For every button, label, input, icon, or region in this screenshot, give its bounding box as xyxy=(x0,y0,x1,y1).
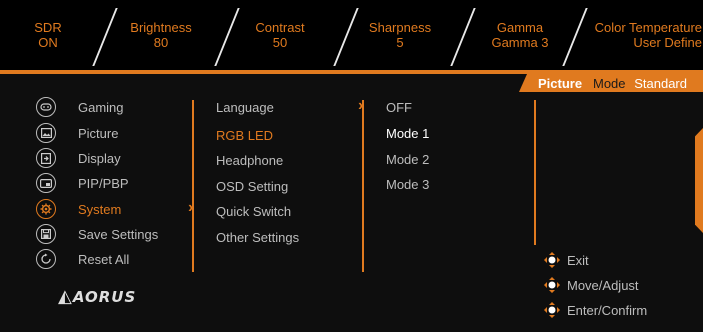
chevron-right-icon: › xyxy=(358,97,364,114)
joystick-icon xyxy=(543,276,561,294)
gear-icon xyxy=(36,199,56,219)
column-divider xyxy=(362,100,364,272)
aorus-logo: ◭AORUS xyxy=(58,286,137,307)
menu-label: PIP/PBP xyxy=(78,175,129,191)
help-label: Move/Adjust xyxy=(567,277,639,293)
submenu-item-language[interactable]: Language xyxy=(216,100,274,115)
menu-label: Reset All xyxy=(78,251,130,267)
status-gamma: Gamma Gamma 3 xyxy=(476,20,564,50)
status-sharpness: Sharpness 5 xyxy=(358,20,442,50)
logo-text: AORUS xyxy=(72,288,137,306)
status-brightness: Brightness 80 xyxy=(116,20,206,50)
status-brightness-value: 80 xyxy=(153,35,169,50)
submenu-item-headphone[interactable]: Headphone xyxy=(216,153,283,168)
menu-label: Save Settings xyxy=(78,226,159,242)
status-gamma-value: Gamma 3 xyxy=(491,35,549,50)
menu-label: Gaming xyxy=(78,99,124,115)
joystick-icon xyxy=(543,301,561,319)
help-label: Enter/Confirm xyxy=(567,302,648,318)
option-mode-2[interactable]: Mode 2 xyxy=(386,152,429,167)
reset-icon xyxy=(36,249,56,269)
status-contrast: Contrast 50 xyxy=(242,20,318,50)
help-exit: Exit xyxy=(543,251,589,269)
menu-label: Display xyxy=(78,150,121,166)
menu-label: Picture xyxy=(78,125,119,141)
status-sharpness-value: 5 xyxy=(396,35,404,50)
status-gamma-label: Gamma xyxy=(496,20,544,35)
pip-icon xyxy=(36,173,56,193)
picture-mode-badge: Picture Mode Standard xyxy=(519,74,703,92)
status-color-temperature: Color Temperature User Define xyxy=(582,20,702,50)
save-icon xyxy=(36,224,56,244)
status-contrast-value: 50 xyxy=(272,35,288,50)
option-mode-1[interactable]: Mode 1 xyxy=(386,126,429,141)
submenu-item-rgb-led[interactable]: RGB LED xyxy=(216,128,273,143)
status-sdr-value: ON xyxy=(38,35,58,50)
status-color-temperature-value: User Define xyxy=(633,35,702,50)
divider xyxy=(92,8,118,66)
picture-mode-value: Standard xyxy=(634,76,687,91)
chevron-right-icon: › xyxy=(188,199,194,216)
column-divider xyxy=(192,100,194,272)
submenu-item-quick-switch[interactable]: Quick Switch xyxy=(216,204,291,219)
divider xyxy=(450,8,476,66)
display-icon xyxy=(36,148,56,168)
status-brightness-label: Brightness xyxy=(130,20,192,35)
picture-icon xyxy=(36,123,56,143)
column-divider xyxy=(534,100,536,245)
picture-mode-suffix: Mode xyxy=(593,76,626,91)
menu-item-system[interactable]: System xyxy=(36,198,121,220)
divider xyxy=(333,8,359,66)
panel-edge-notch xyxy=(695,128,703,233)
help-move-adjust: Move/Adjust xyxy=(543,276,639,294)
status-contrast-label: Contrast xyxy=(255,20,305,35)
divider xyxy=(214,8,240,66)
status-sdr: SDR ON xyxy=(28,20,68,50)
menu-item-save-settings[interactable]: Save Settings xyxy=(36,223,158,245)
submenu-item-osd-setting[interactable]: OSD Setting xyxy=(216,179,288,194)
status-color-temperature-label: Color Temperature xyxy=(594,20,702,35)
menu-item-display[interactable]: Display xyxy=(36,147,121,169)
status-sdr-label: SDR xyxy=(34,20,62,35)
joystick-icon xyxy=(543,251,561,269)
help-enter-confirm: Enter/Confirm xyxy=(543,301,647,319)
menu-item-gaming[interactable]: Gaming xyxy=(36,96,124,118)
option-mode-3[interactable]: Mode 3 xyxy=(386,177,429,192)
picture-mode-word: Picture xyxy=(538,76,583,91)
status-sharpness-label: Sharpness xyxy=(368,20,432,35)
gamepad-icon xyxy=(36,97,56,117)
submenu-item-other-settings[interactable]: Other Settings xyxy=(216,230,299,245)
menu-item-reset-all[interactable]: Reset All xyxy=(36,248,129,270)
status-bar: SDR ON Brightness 80 Contrast 50 Sharpne… xyxy=(0,0,703,70)
help-label: Exit xyxy=(567,252,589,268)
menu-item-picture[interactable]: Picture xyxy=(36,122,118,144)
menu-item-pip-pbp[interactable]: PIP/PBP xyxy=(36,172,129,194)
option-off[interactable]: OFF xyxy=(386,100,412,115)
menu-label: System xyxy=(78,201,122,217)
